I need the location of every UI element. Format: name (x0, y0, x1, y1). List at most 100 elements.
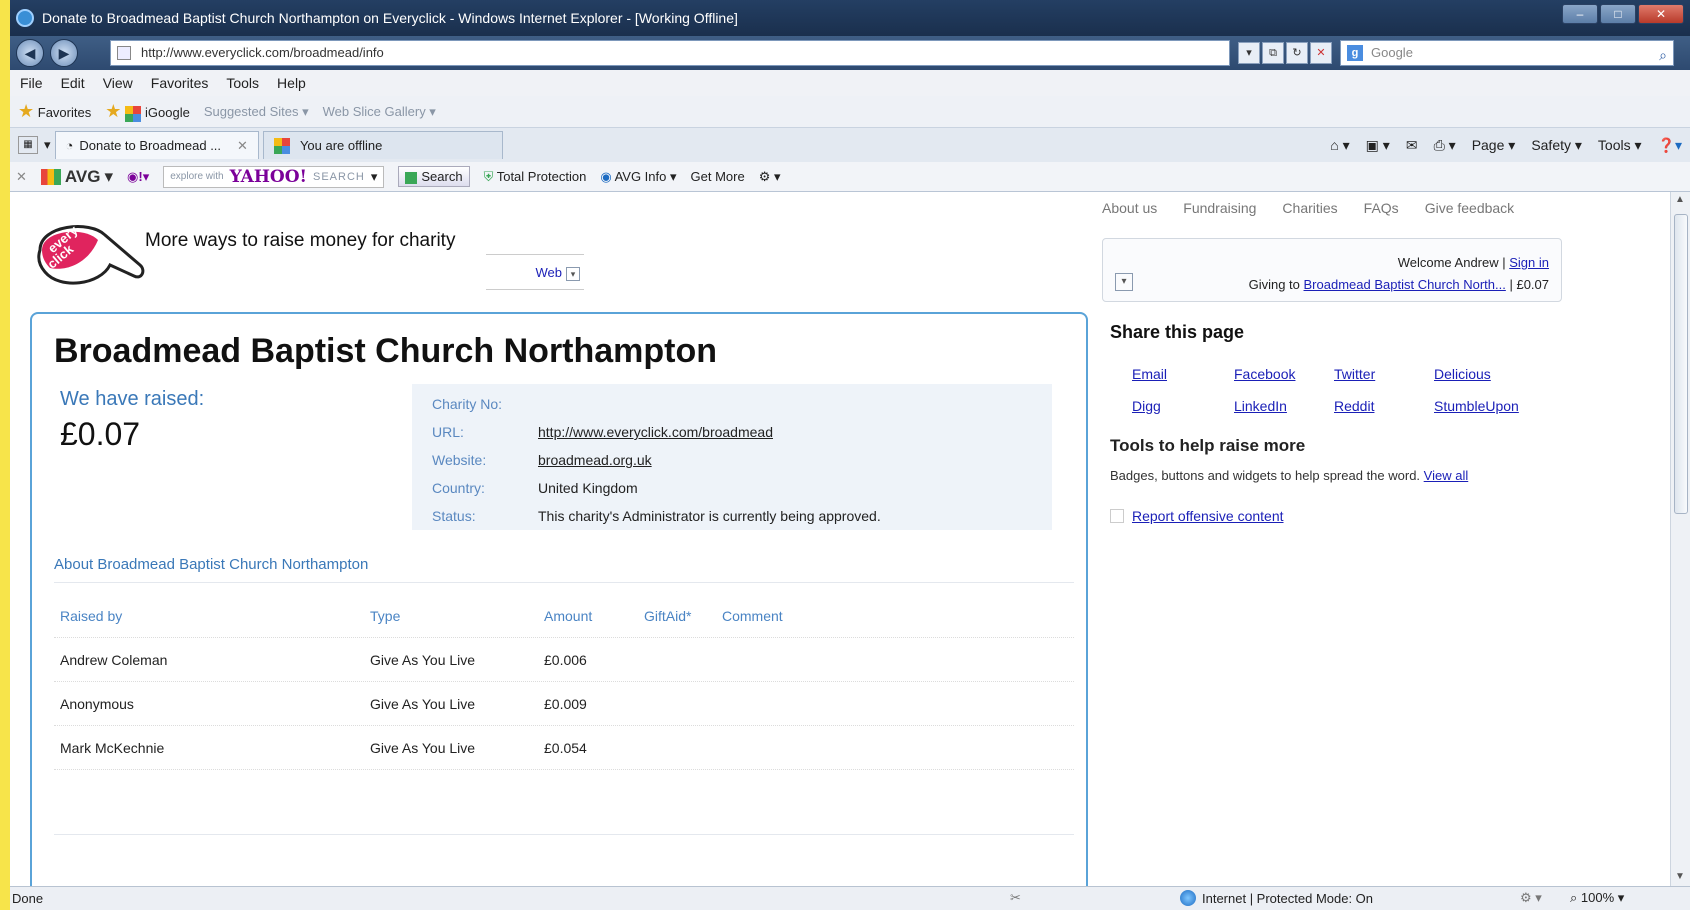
share-reddit[interactable]: Reddit (1334, 398, 1374, 414)
giving-charity-link[interactable]: Broadmead Baptist Church North... (1304, 277, 1506, 292)
scroll-up-icon[interactable]: ▲ (1675, 194, 1685, 205)
scroll-thumb[interactable] (1674, 214, 1688, 514)
address-dropdown-icon[interactable]: ▾ (1238, 42, 1260, 64)
share-facebook[interactable]: Facebook (1234, 366, 1295, 382)
nav-fundraising[interactable]: Fundraising (1183, 200, 1256, 216)
avg-search-button[interactable]: Search (398, 166, 470, 187)
menu-tools[interactable]: Tools (226, 75, 259, 91)
quick-tabs-icon[interactable]: ▦ (18, 136, 38, 154)
help-icon[interactable]: ❓▾ (1658, 137, 1682, 154)
view-all-link[interactable]: View all (1424, 468, 1469, 483)
table-row: Anonymous Give As You Live £0.009 (54, 682, 1074, 726)
back-button[interactable]: ◀ (16, 39, 44, 67)
shield-icon: ⛨ (483, 168, 494, 184)
yahoo-dropdown-icon[interactable]: ▾ (371, 169, 378, 185)
title-bar: Donate to Broadmead Baptist Church North… (10, 0, 1690, 36)
fav-web-slice-gallery[interactable]: Web Slice Gallery ▾ (323, 104, 436, 120)
tab-active[interactable]: ◔ Donate to Broadmead ... ✕ (54, 131, 259, 159)
detail-row: Charity No: (432, 396, 503, 412)
menu-edit[interactable]: Edit (61, 75, 85, 91)
avg-options-icon[interactable]: ⚙ ▾ (759, 169, 781, 185)
menu-bar: File Edit View Favorites Tools Help (10, 70, 1690, 96)
share-delicious[interactable]: Delicious (1434, 366, 1491, 382)
fav-igoogle[interactable]: ★ iGoogle (105, 101, 190, 122)
share-stumbleupon[interactable]: StumbleUpon (1434, 398, 1519, 414)
tab-close-icon[interactable]: ✕ (237, 138, 248, 154)
report-offensive-link[interactable]: Report offensive content (1132, 508, 1284, 524)
security-zone[interactable]: Internet | Protected Mode: On (1180, 890, 1373, 906)
search-provider: Google (1371, 45, 1413, 60)
scroll-down-icon[interactable]: ▼ (1675, 871, 1685, 882)
zoom-level[interactable]: ⌕ 100% ▾ (1570, 890, 1624, 906)
charity-website-link[interactable]: broadmead.org.uk (538, 452, 652, 468)
tools-text: Badges, buttons and widgets to help spre… (1110, 468, 1469, 483)
stop-icon[interactable]: ✕ (1310, 42, 1332, 64)
compat-view-icon[interactable]: ⧉ (1262, 42, 1284, 64)
safety-menu[interactable]: Safety ▾ (1531, 137, 1582, 154)
avg-logo-icon (40, 168, 61, 185)
avg-info[interactable]: ◉ AVG Info ▾ (600, 169, 676, 185)
share-linkedin[interactable]: LinkedIn (1234, 398, 1287, 414)
home-icon[interactable]: ⌂ ▾ (1330, 137, 1349, 154)
maximize-button[interactable]: □ (1600, 4, 1636, 24)
minimize-button[interactable]: – (1562, 4, 1598, 24)
share-twitter[interactable]: Twitter (1334, 366, 1375, 382)
address-row: ◀ ▶ http://www.everyclick.com/broadmead/… (10, 36, 1690, 70)
print-icon[interactable]: ⎙ ▾ (1434, 137, 1456, 154)
menu-file[interactable]: File (20, 75, 43, 91)
page-menu[interactable]: Page ▾ (1472, 137, 1516, 154)
nav-about-us[interactable]: About us (1102, 200, 1157, 216)
offline-icon: ✂ (1010, 890, 1021, 905)
vertical-scrollbar[interactable]: ▲ ▼ (1670, 192, 1690, 886)
window-controls: – □ ✕ (1562, 4, 1684, 24)
search-icon[interactable]: ⌕ (1659, 43, 1667, 67)
charity-url-link[interactable]: http://www.everyclick.com/broadmead (538, 424, 773, 440)
mail-icon[interactable]: ✉ (1406, 137, 1418, 154)
search-box[interactable]: g Google ⌕ (1340, 40, 1674, 66)
charity-details: Charity No: URL: http://www.everyclick.co… (412, 384, 1052, 530)
giving-prefix: Giving to (1248, 277, 1300, 292)
star-icon: ★ (18, 101, 35, 121)
web-dropdown[interactable]: Web ▾ (486, 254, 584, 290)
google-icon: g (1347, 45, 1363, 61)
favorites-button[interactable]: ★ Favorites (18, 101, 91, 122)
top-nav: About us Fundraising Charities FAQs Give… (1102, 200, 1514, 216)
nav-faqs[interactable]: FAQs (1364, 200, 1399, 216)
share-email[interactable]: Email (1132, 366, 1167, 382)
yahoo-icon[interactable]: ◉!▾ (127, 169, 149, 185)
globe-icon (1180, 890, 1196, 906)
tab-active-label: Donate to Broadmead ... (79, 138, 222, 153)
yahoo-logo: YAHOO! (229, 166, 307, 187)
share-digg[interactable]: Digg (1132, 398, 1161, 414)
feeds-icon[interactable]: ▣ ▾ (1366, 137, 1390, 154)
nav-charities[interactable]: Charities (1282, 200, 1337, 216)
menu-help[interactable]: Help (277, 75, 306, 91)
menu-favorites[interactable]: Favorites (151, 75, 209, 91)
chevron-down-icon[interactable]: ▾ (1115, 273, 1133, 291)
everyclick-logo[interactable]: every click (30, 210, 150, 290)
get-more[interactable]: Get More (691, 169, 745, 184)
address-bar[interactable]: http://www.everyclick.com/broadmead/info (110, 40, 1230, 66)
yahoo-search-box[interactable]: explore with YAHOO! SEARCH ▾ (163, 165, 385, 188)
avg-logo[interactable]: AVG ▾ (40, 167, 113, 187)
raised-label: We have raised: (60, 388, 205, 410)
protection-icon[interactable]: ⚙ ▾ (1520, 890, 1542, 906)
tools-menu[interactable]: Tools ▾ (1598, 137, 1642, 154)
yahoo-hint: explore with (170, 171, 224, 182)
menu-view[interactable]: View (103, 75, 133, 91)
close-button[interactable]: ✕ (1638, 4, 1684, 24)
report-content: Report offensive content (1110, 508, 1284, 524)
total-protection[interactable]: ⛨ Total Protection (484, 169, 587, 185)
avg-close-icon[interactable]: ✕ (16, 169, 27, 185)
share-title: Share this page (1110, 322, 1245, 342)
welcome-box: ▾ Welcome Andrew | Sign in Giving to Bro… (1102, 238, 1562, 302)
sign-in-link[interactable]: Sign in (1509, 255, 1549, 270)
tab-list-icon[interactable]: ▾ (44, 137, 51, 153)
nav-give-feedback[interactable]: Give feedback (1425, 200, 1515, 216)
refresh-icon[interactable]: ↻ (1286, 42, 1308, 64)
table-row: Mark McKechnie Give As You Live £0.054 (54, 726, 1074, 770)
fav-suggested-sites[interactable]: Suggested Sites ▾ (204, 104, 309, 120)
tab-offline[interactable]: You are offline (262, 131, 503, 159)
table-header: Raised by Type Amount GiftAid* Comment (54, 594, 1074, 638)
forward-button[interactable]: ▶ (50, 39, 78, 67)
